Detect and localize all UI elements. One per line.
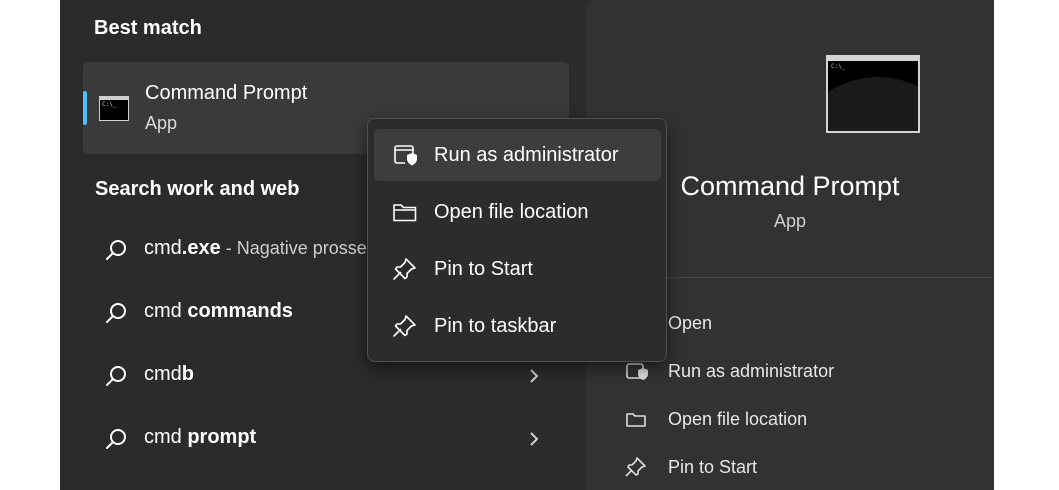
- selection-accent: [83, 91, 87, 125]
- action-run-as-administrator-label: Run as administrator: [668, 361, 835, 381]
- shield-icon: [626, 363, 648, 380]
- search-icon: [106, 366, 126, 386]
- search-result-description: - Nagative prosse: [220, 238, 367, 258]
- cmd-icon: C:\_: [826, 55, 920, 133]
- pin-icon: [625, 457, 646, 477]
- menu-item-open-file-location[interactable]: Open file location: [374, 186, 661, 238]
- search-result-text: cmdb: [144, 363, 195, 385]
- action-open[interactable]: Open: [620, 304, 994, 344]
- menu-item-pin-to-start[interactable]: Pin to Start: [374, 243, 661, 295]
- search-result-item[interactable]: cmd prompt: [60, 411, 580, 467]
- menu-item-label: Pin to Start: [434, 258, 533, 280]
- action-run-as-administrator[interactable]: Run as administrator: [620, 352, 994, 392]
- chevron-right-icon[interactable]: [524, 429, 544, 449]
- search-icon: [106, 240, 126, 260]
- search-result-text: cmd commands: [144, 300, 293, 322]
- search-icon: [106, 303, 126, 323]
- pin-icon: [393, 315, 416, 337]
- action-open-label: Open: [668, 313, 713, 333]
- menu-item-label: Run as administrator: [434, 144, 619, 166]
- action-open-file-location[interactable]: Open file location: [620, 400, 994, 440]
- cmd-icon: C:\_: [99, 96, 129, 121]
- chevron-right-icon[interactable]: [524, 366, 544, 386]
- context-menu: Run as administrator Open file location …: [367, 118, 667, 362]
- action-open-file-location-label: Open file location: [668, 409, 808, 429]
- action-pin-to-start-label: Pin to Start: [668, 457, 758, 477]
- search-result-text: cmd.exe - Nagative prosse: [144, 237, 367, 259]
- folder-icon: [626, 413, 646, 427]
- search-icon: [106, 429, 126, 449]
- folder-icon: [393, 204, 417, 222]
- menu-item-label: Open file location: [434, 201, 589, 223]
- shield-icon: [394, 145, 417, 166]
- action-pin-to-start[interactable]: Pin to Start: [620, 448, 994, 488]
- pin-icon: [393, 258, 416, 280]
- search-web-heading: Search work and web: [95, 178, 300, 200]
- search-result-text: cmd prompt: [144, 426, 257, 448]
- menu-item-pin-to-taskbar[interactable]: Pin to taskbar: [374, 300, 661, 352]
- menu-item-run-as-administrator[interactable]: Run as administrator: [374, 129, 661, 181]
- best-match-subtitle: App: [145, 113, 178, 133]
- best-match-title: Command Prompt: [145, 82, 308, 104]
- best-match-heading: Best match: [94, 17, 202, 39]
- menu-item-label: Pin to taskbar: [434, 315, 557, 337]
